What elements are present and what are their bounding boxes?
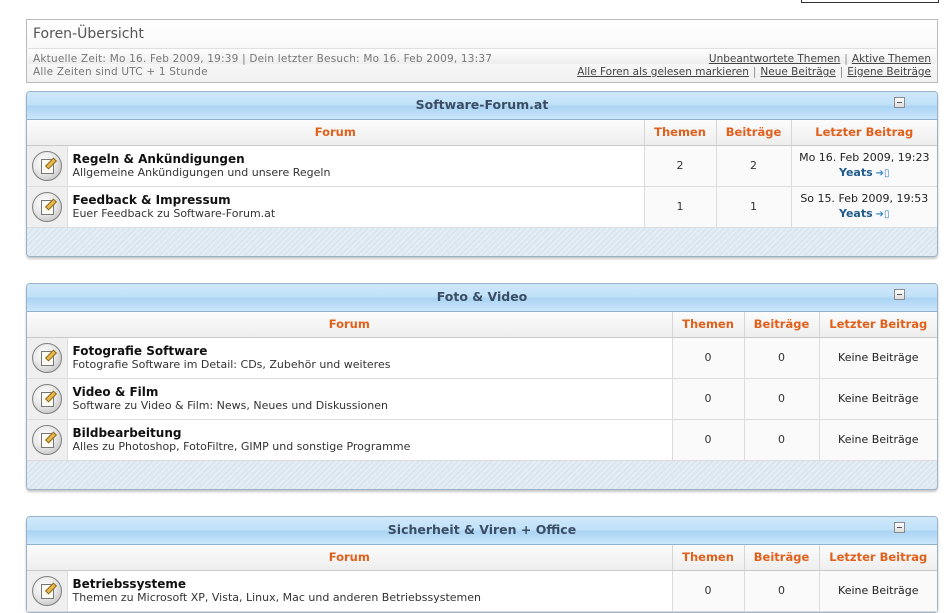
forum-row: Video & Film Software zu Video & Film: Ne… [27,378,938,420]
mark-all-read-link[interactable]: Alle Foren als gelesen markieren [577,66,749,78]
no-posts-text: Keine Beiträge [818,378,938,420]
category-footer [27,227,937,256]
goto-last-post-icon[interactable]: ➔▯ [876,209,890,220]
forum-row: Betriebssysteme Themen zu Microsoft XP, V… [27,570,938,612]
forum-row: Fotografie Software Fotografie Software i… [27,337,938,379]
posts-count: 2 [715,145,792,187]
forum-read-icon [31,191,62,222]
forum-read-icon [31,383,62,414]
forum-read-icon [31,575,62,606]
overview-links-row2: Alle Foren als gelesen markieren | Neue Be… [577,66,931,78]
forum-read-icon [31,150,62,181]
col-header-posts: Beiträge [743,312,820,338]
topics-count: 1 [643,186,717,228]
topics-count: 0 [671,570,745,612]
current-time-text: Aktuelle Zeit: Mo 16. Feb 2009, 19:39 | … [33,53,493,65]
col-header-last-post: Letzter Beitrag [790,120,938,146]
no-posts-text: Keine Beiträge [818,570,938,612]
forum-name-link[interactable]: Bildbearbeitung [73,426,672,440]
own-posts-link[interactable]: Eigene Beiträge [847,66,931,78]
forum-description: Alles zu Photoshop, FotoFiltre, GIMP und… [72,439,411,453]
goto-last-post-icon[interactable]: ➔▯ [876,168,890,179]
collapse-icon[interactable] [894,97,905,108]
category-title[interactable]: Sicherheit & Viren + Office [388,522,576,537]
topics-count: 0 [671,378,745,420]
topics-count: 0 [671,337,745,379]
last-post-cell: Mo 16. Feb 2009, 19:23 Yeats ➔▯ [790,145,938,187]
forum-table: Forum Themen Beiträge Letzter Beitrag Fo… [27,312,938,461]
posts-count: 1 [715,186,792,228]
posts-count: 0 [743,419,820,461]
category-title[interactable]: Software-Forum.at [416,97,549,112]
forum-name-link[interactable]: Video & Film [73,385,672,399]
forum-name-link[interactable]: Regeln & Ankündigungen [73,152,644,166]
forum-description: Themen zu Microsoft XP, Vista, Linux, Ma… [72,590,482,604]
collapse-icon[interactable] [894,289,905,300]
forum-table: Forum Themen Beiträge Letzter Beitrag Re… [27,120,938,228]
posts-count: 0 [743,337,820,379]
last-post-user-link[interactable]: Yeats [839,207,873,220]
new-posts-link[interactable]: Neue Beiträge [760,66,835,78]
forum-read-icon [31,424,62,455]
col-header-forum: Forum [27,120,645,146]
category-header: Software-Forum.at [27,92,937,120]
col-header-forum: Forum [27,545,673,571]
col-header-topics: Themen [671,545,745,571]
collapse-icon[interactable] [894,522,905,533]
col-header-posts: Beiträge [743,545,820,571]
category-footer [27,460,937,489]
forum-table: Forum Themen Beiträge Letzter Beitrag Be… [27,545,938,612]
category-header: Foto & Video [27,284,937,312]
col-header-topics: Themen [671,312,745,338]
col-header-last-post: Letzter Beitrag [818,312,938,338]
col-header-forum: Forum [27,312,673,338]
active-topics-link[interactable]: Aktive Themen [852,53,931,65]
forum-description: Software zu Video & Film: News, Neues un… [72,398,389,412]
topics-count: 0 [671,419,745,461]
col-header-topics: Themen [643,120,717,146]
topics-count: 2 [643,145,717,187]
category-title[interactable]: Foto & Video [437,289,528,304]
forum-name-link[interactable]: Feedback & Impressum [73,193,644,207]
page-title: Foren-Übersicht [33,26,144,42]
last-post-date: So 15. Feb 2009, 19:53 [800,192,929,205]
category-header: Sicherheit & Viren + Office [27,517,937,545]
last-post-user-link[interactable]: Yeats [839,166,873,179]
col-header-posts: Beiträge [715,120,792,146]
last-post-cell: So 15. Feb 2009, 19:53 Yeats ➔▯ [790,186,938,228]
no-posts-text: Keine Beiträge [818,419,938,461]
posts-count: 0 [743,378,820,420]
forum-row: Bildbearbeitung Alles zu Photoshop, FotoF… [27,419,938,461]
top-corner-frame [801,0,939,3]
forum-row: Regeln & Ankündigungen Allgemeine Ankündi… [27,145,938,187]
forum-description: Euer Feedback zu Software-Forum.at [72,206,276,220]
posts-count: 0 [743,570,820,612]
forum-overview-box: Foren-Übersicht Aktuelle Zeit: Mo 16. Fe… [26,19,938,83]
forum-name-link[interactable]: Betriebssysteme [73,577,672,591]
unanswered-topics-link[interactable]: Unbeantwortete Themen [709,53,840,65]
forum-row: Feedback & Impressum Euer Feedback zu Sof… [27,186,938,228]
category-software-forum: Software-Forum.at Forum Themen Beiträge … [26,91,938,257]
forum-description: Allgemeine Ankündigungen und unsere Rege… [72,165,331,179]
no-posts-text: Keine Beiträge [818,337,938,379]
col-header-last-post: Letzter Beitrag [818,545,938,571]
forum-description: Fotografie Software im Detail: CDs, Zube… [72,357,391,371]
forum-name-link[interactable]: Fotografie Software [73,344,672,358]
timezone-text: Alle Zeiten sind UTC + 1 Stunde [33,66,208,78]
category-sicherheit-viren-office: Sicherheit & Viren + Office Forum Themen… [26,516,938,613]
category-foto-video: Foto & Video Forum Themen Beiträge Letzt… [26,283,938,490]
last-post-date: Mo 16. Feb 2009, 19:23 [799,151,930,164]
overview-links-row1: Unbeantwortete Themen | Aktive Themen [708,53,931,65]
forum-read-icon [31,342,62,373]
